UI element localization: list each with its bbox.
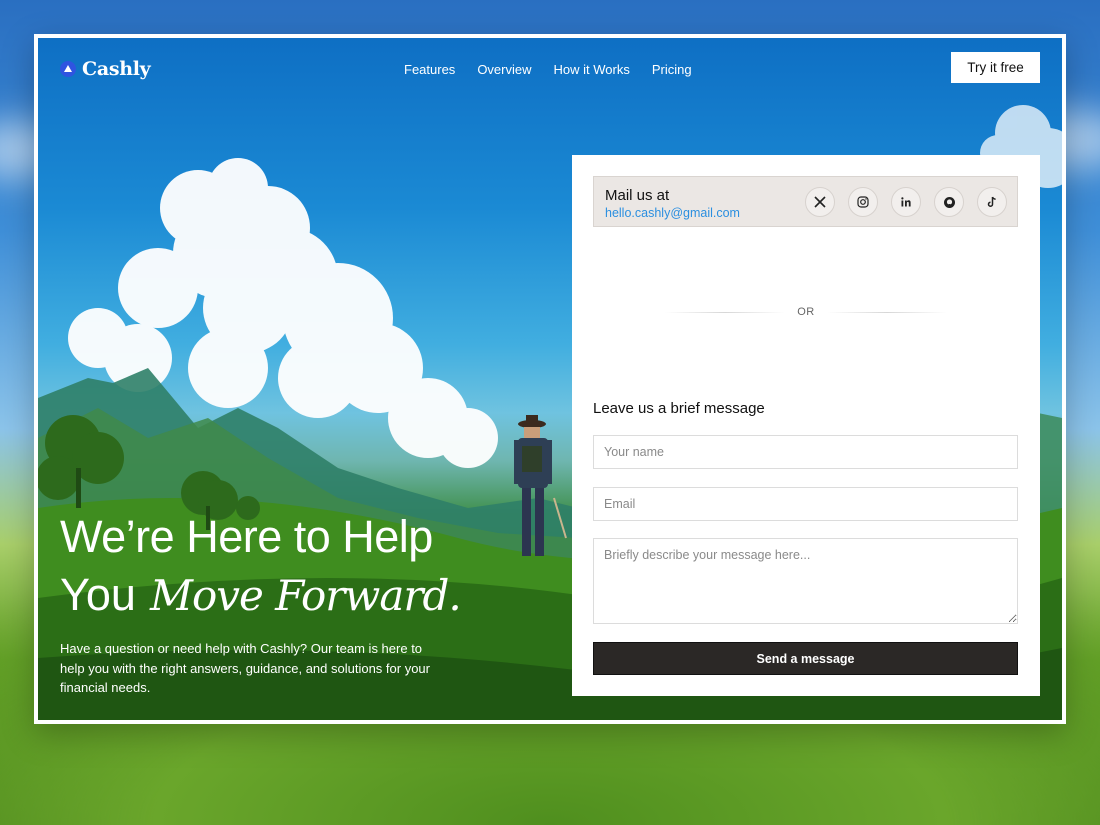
instagram-icon[interactable]	[848, 187, 878, 217]
or-divider: OR	[665, 306, 947, 318]
github-icon[interactable]	[934, 187, 964, 217]
brand-name: Cashly	[82, 58, 151, 80]
main-nav: Features Overview How it Works Pricing	[404, 62, 692, 77]
hero-headline: We’re Here to Help You Move Forward.	[60, 508, 462, 625]
linkedin-icon[interactable]	[891, 187, 921, 217]
logo-icon	[60, 61, 76, 77]
nav-link-features[interactable]: Features	[404, 62, 455, 77]
tiktok-icon[interactable]	[977, 187, 1007, 217]
divider-line-left	[665, 311, 786, 313]
form-title: Leave us a brief message	[593, 400, 765, 417]
divider-text: OR	[797, 306, 815, 318]
name-field[interactable]	[593, 435, 1018, 469]
hero-section: Cashly Features Overview How it Works Pr…	[38, 38, 1062, 720]
divider-line-right	[826, 311, 947, 313]
mail-us-box: Mail us at hello.cashly@gmail.com	[593, 176, 1018, 227]
message-field[interactable]	[593, 538, 1018, 624]
mail-title: Mail us at	[605, 187, 670, 204]
headline-line-2: You Move Forward.	[60, 566, 462, 625]
x-icon[interactable]	[805, 187, 835, 217]
email-field[interactable]	[593, 487, 1018, 521]
nav-link-how-it-works[interactable]: How it Works	[554, 62, 630, 77]
send-message-button[interactable]: Send a message	[593, 642, 1018, 675]
hero-description: Have a question or need help with Cashly…	[60, 641, 430, 695]
contact-card: Mail us at hello.cashly@gmail.com OR Lea…	[572, 155, 1040, 696]
try-it-free-button[interactable]: Try it free	[951, 52, 1040, 83]
headline-line-1: We’re Here to Help	[60, 511, 433, 562]
nav-link-overview[interactable]: Overview	[477, 62, 531, 77]
headline-line-2-italic: Move Forward.	[149, 571, 462, 620]
browser-frame: Cashly Features Overview How it Works Pr…	[34, 34, 1066, 724]
social-links	[805, 187, 1007, 217]
mail-email-link[interactable]: hello.cashly@gmail.com	[605, 206, 740, 220]
brand-logo[interactable]: Cashly	[60, 58, 151, 80]
nav-link-pricing[interactable]: Pricing	[652, 62, 692, 77]
headline-line-2-plain: You	[60, 569, 136, 620]
